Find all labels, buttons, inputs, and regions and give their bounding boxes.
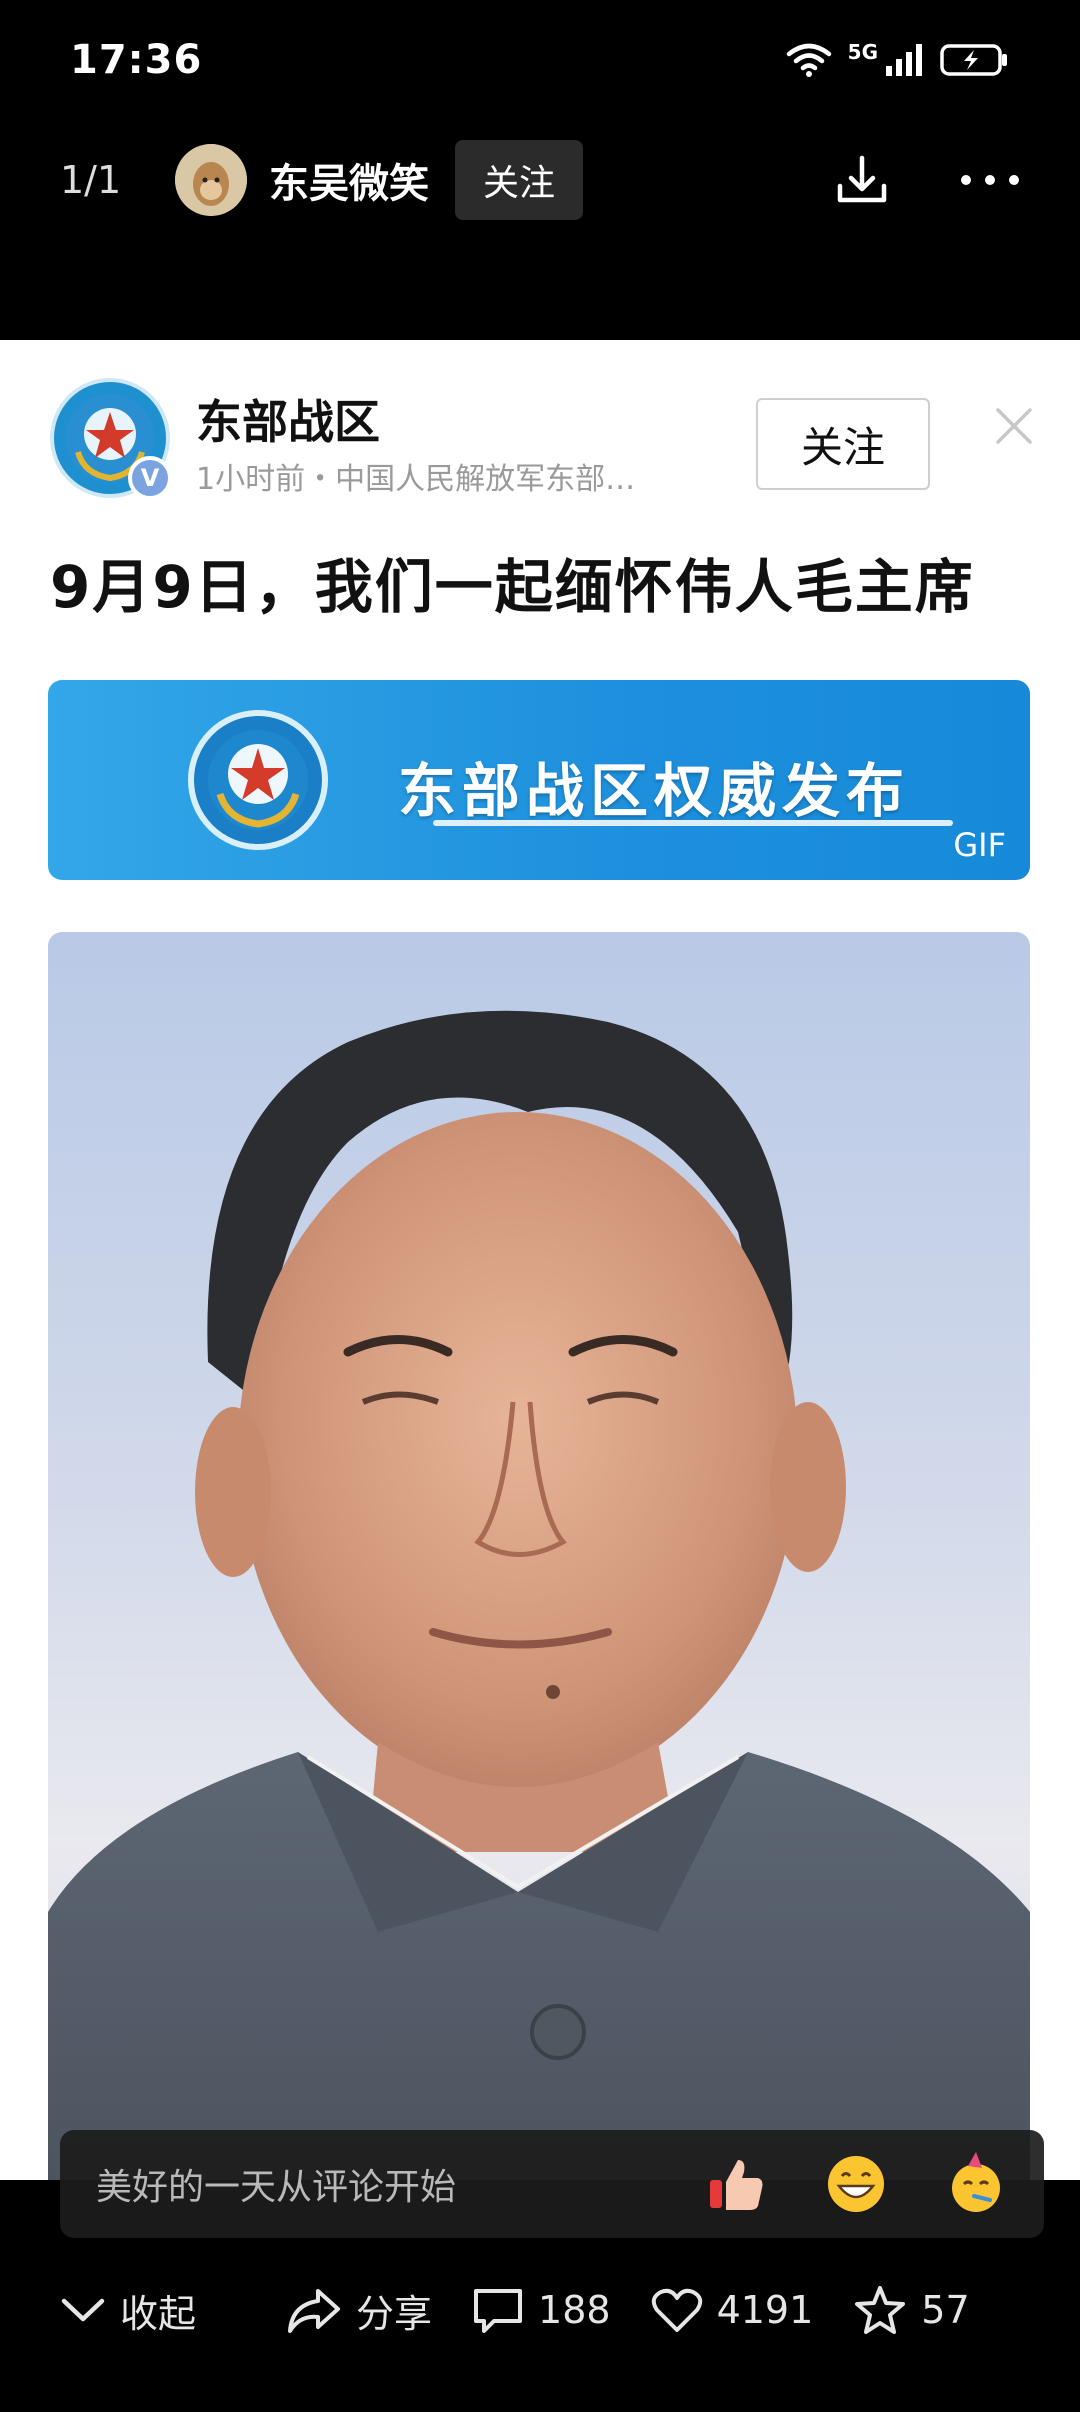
download-icon[interactable] bbox=[834, 152, 890, 208]
comment-placeholder[interactable]: 美好的一天从评论开始 bbox=[96, 2158, 456, 2210]
author-name[interactable]: 东吴微笑 bbox=[269, 151, 429, 209]
close-icon[interactable] bbox=[992, 404, 1036, 448]
comment-input-bar[interactable]: 美好的一天从评论开始 bbox=[60, 2130, 1044, 2238]
banner-text: 东部战区权威发布 bbox=[398, 757, 911, 825]
gif-badge: GIF bbox=[953, 826, 1006, 864]
emblem-icon bbox=[188, 710, 328, 850]
banner-underline bbox=[433, 820, 953, 826]
share-icon bbox=[288, 2289, 341, 2333]
share-button[interactable]: 分享 bbox=[286, 2283, 432, 2338]
party-face-icon[interactable] bbox=[944, 2152, 1008, 2216]
network-label: 5G bbox=[847, 40, 878, 64]
status-bar: 17:36 5G bbox=[0, 0, 1080, 120]
verified-badge: V bbox=[128, 456, 172, 500]
heart-icon bbox=[651, 2288, 702, 2332]
like-button[interactable]: 4191 bbox=[651, 2286, 814, 2334]
likes-count: 4191 bbox=[716, 2288, 814, 2332]
post-meta: 1小时前・中国人民解放军东部… bbox=[196, 462, 636, 497]
star-icon bbox=[855, 2286, 906, 2334]
status-time: 17:36 bbox=[70, 37, 203, 83]
banner-gif[interactable]: 东部战区权威发布 GIF bbox=[48, 680, 1030, 880]
post-header: V 东部战区 1小时前・中国人民解放军东部… 关注 bbox=[50, 370, 1040, 500]
viewer-top-bar: 1/1 东吴微笑 关注 bbox=[0, 130, 1080, 230]
share-label: 分享 bbox=[356, 2291, 433, 2336]
follow-org-button[interactable]: 关注 bbox=[756, 398, 930, 490]
bottom-action-bar: 收起 分享 188 4191 57 bbox=[0, 2260, 1080, 2360]
quick-emoji-row bbox=[704, 2152, 1008, 2216]
status-icons: 5G bbox=[786, 40, 1010, 78]
comment-icon bbox=[474, 2289, 523, 2333]
page-counter: 1/1 bbox=[60, 158, 122, 202]
collapse-button[interactable]: 收起 bbox=[60, 2283, 196, 2338]
post-card: V 东部战区 1小时前・中国人民解放军东部… 关注 9月9日，我们一起缅怀伟人毛… bbox=[0, 340, 1080, 2180]
org-name[interactable]: 东部战区 bbox=[196, 386, 380, 452]
post-title: 9月9日，我们一起缅怀伟人毛主席 bbox=[50, 553, 975, 621]
grinning-face-icon[interactable] bbox=[824, 2152, 888, 2216]
comments-button[interactable]: 188 bbox=[472, 2285, 611, 2335]
author-avatar[interactable] bbox=[175, 144, 247, 216]
battery-icon bbox=[940, 44, 1007, 76]
favorites-count: 57 bbox=[921, 2288, 970, 2332]
follow-author-button[interactable]: 关注 bbox=[455, 140, 584, 220]
favorite-button[interactable]: 57 bbox=[853, 2284, 970, 2336]
portrait-image[interactable] bbox=[48, 932, 1030, 2180]
chevron-down-icon bbox=[61, 2298, 105, 2322]
wifi-icon bbox=[786, 43, 831, 77]
signal-icon bbox=[886, 44, 922, 76]
thumbs-up-icon[interactable] bbox=[704, 2152, 768, 2216]
viewer-actions bbox=[834, 152, 1020, 208]
comments-count: 188 bbox=[538, 2288, 611, 2332]
collapse-label: 收起 bbox=[120, 2291, 197, 2336]
more-options-icon[interactable] bbox=[960, 170, 1020, 190]
